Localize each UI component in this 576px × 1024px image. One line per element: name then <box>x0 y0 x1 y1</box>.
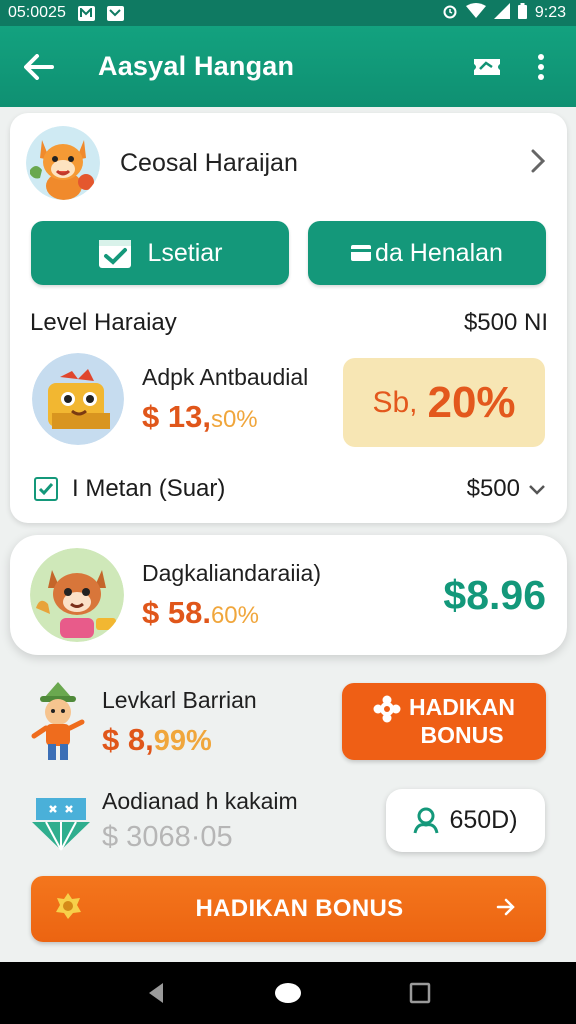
da-henalan-button[interactable]: da Henalan <box>308 221 546 285</box>
back-button[interactable] <box>20 48 58 86</box>
level-value: $500 NI <box>463 309 548 336</box>
signal-icon <box>493 2 510 24</box>
levkarl-amount-main: $ 8, <box>102 721 154 757</box>
back-arrow-icon <box>24 53 54 80</box>
level-label: Level Haraiay <box>30 309 177 336</box>
aodianad-amount: $ 3068·05 <box>102 821 233 853</box>
hadikan-bonus-button[interactable]: HADIKAN BONUS <box>31 876 546 942</box>
featured-card[interactable]: Dagkaliandaraiia) $ 58.60% $8.96 <box>10 535 567 655</box>
featured-amount-suffix: 60% <box>210 601 259 629</box>
metan-row[interactable]: I Metan (Suar) $500 <box>34 475 546 503</box>
card-icon <box>351 245 372 261</box>
status-bar: 05:0025 9:23 <box>0 0 576 26</box>
level-row: Level Haraiay $500 NI <box>30 309 548 337</box>
reward-amount-suffix: s0% <box>210 405 258 433</box>
app-bar: Aasyal Hangan <box>0 26 576 107</box>
checkbox-icon[interactable] <box>34 477 58 501</box>
arrow-right-icon <box>496 895 516 923</box>
mail-icon <box>106 5 124 21</box>
cat-avatar <box>30 548 124 642</box>
more-vert-icon <box>538 53 544 80</box>
aodianad-label: Aodianad h kakaim <box>102 788 298 814</box>
levkarl-label: Levkarl Barrian <box>102 686 257 713</box>
shell-icon <box>30 790 92 852</box>
featured-value: $8.96 <box>443 571 546 618</box>
reward-amount-main: $ 13, <box>142 398 211 434</box>
nav-recents-button[interactable] <box>400 973 440 1013</box>
profile-row[interactable]: Ceosal Haraijan <box>26 126 551 200</box>
nav-home-button[interactable] <box>268 973 308 1013</box>
box-avatar <box>32 353 124 445</box>
featured-amount-main: $ 58. <box>142 594 211 630</box>
profile-name: Ceosal Haraijan <box>120 148 298 177</box>
person-icon <box>413 807 439 833</box>
nav-back-icon <box>149 983 163 1003</box>
ticket-button[interactable] <box>470 50 504 84</box>
notification-icon <box>77 5 95 21</box>
hadikan-bonus-small-button[interactable]: HADIKAN BONUS <box>342 683 546 760</box>
explorer-avatar <box>30 680 86 764</box>
system-nav-bar <box>0 962 576 1024</box>
featured-amount: $ 58.60% <box>142 595 321 631</box>
lsetiar-button[interactable]: Lsetiar <box>31 221 289 285</box>
reward-amount: $ 13,s0% <box>142 399 308 435</box>
lsetiar-button-label: Lsetiar <box>147 238 223 267</box>
status-time-left: 05:0025 <box>8 4 66 21</box>
ticket-icon <box>474 58 500 75</box>
da-henalan-button-label: da Henalan <box>375 238 503 267</box>
star-badge-icon <box>53 891 83 928</box>
chevron-down-icon <box>529 485 545 495</box>
pill-value: 650D) <box>449 806 518 834</box>
person-value-pill[interactable]: 650D) <box>386 789 545 852</box>
hadikan-bonus-label: HADIKAN BONUS <box>195 895 404 922</box>
levkarl-amount-suffix: 99% <box>153 724 212 757</box>
status-time-right: 9:23 <box>534 4 566 21</box>
wifi-icon <box>465 2 486 24</box>
featured-label: Dagkaliandaraiia) <box>142 559 321 586</box>
levkarl-amount: $ 8,99% <box>102 722 257 758</box>
reward-percent-prefix: Sb, <box>372 385 418 419</box>
nav-recents-icon <box>409 982 431 1004</box>
profile-card: Ceosal Haraijan Lsetiar da Henalan Level… <box>10 113 567 523</box>
metan-label: I Metan (Suar) <box>72 475 226 502</box>
alarm-icon <box>442 3 458 24</box>
chevron-right-icon <box>531 149 546 178</box>
metan-value: $500 <box>466 475 520 502</box>
battery-icon <box>517 2 527 24</box>
page-title: Aasyal Hangan <box>98 51 295 81</box>
more-options-button[interactable] <box>524 50 558 84</box>
hadikan-bonus-line2: BONUS <box>420 721 504 748</box>
fox-avatar <box>26 126 100 200</box>
gear-icon <box>373 695 401 723</box>
reward-percent-box: Sb, 20% <box>343 358 545 447</box>
calendar-check-icon <box>99 240 132 268</box>
nav-back-button[interactable] <box>136 973 176 1013</box>
hadikan-bonus-line1: HADIKAN <box>408 693 516 720</box>
reward-percent-value: 20% <box>427 377 516 427</box>
reward-label: Adpk Antbaudial <box>142 363 309 390</box>
nav-home-icon <box>275 983 301 1003</box>
